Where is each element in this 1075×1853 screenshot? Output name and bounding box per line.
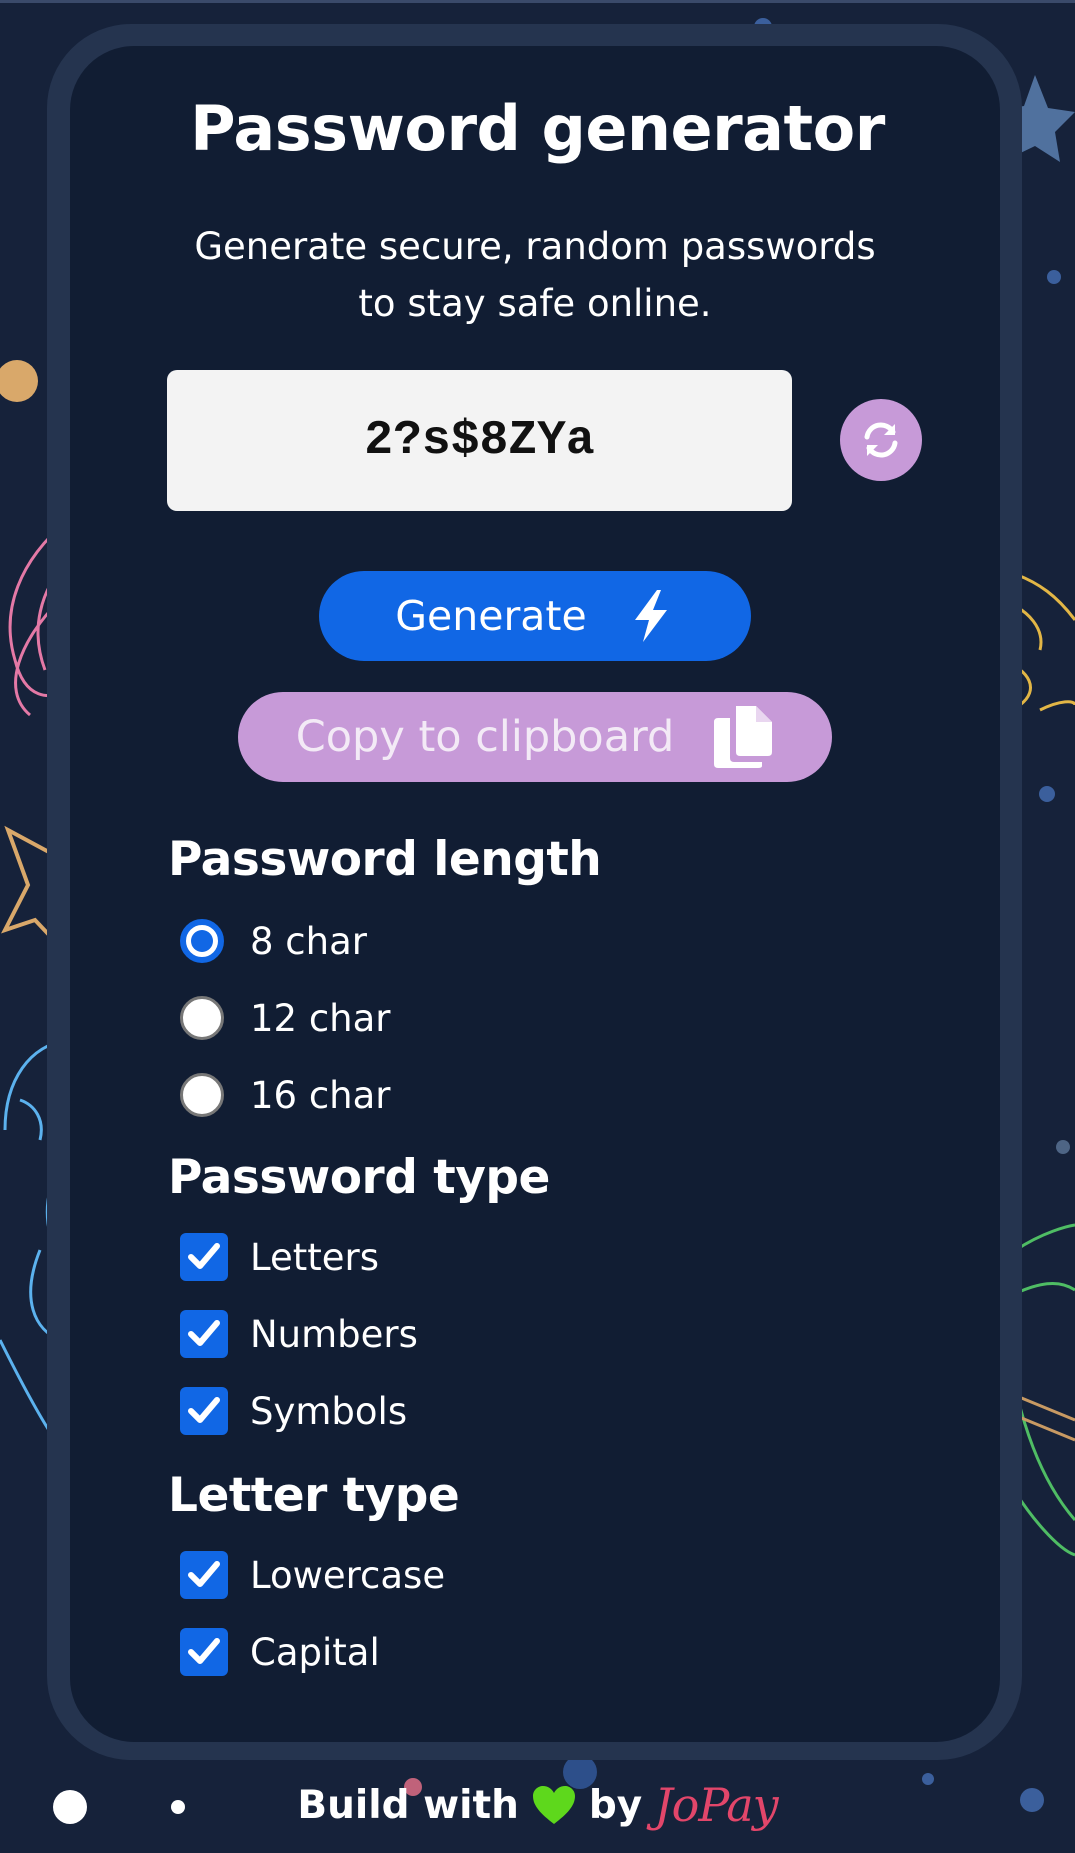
radio-option-16-char[interactable]: 16 char [180,1068,391,1122]
footer-build-with: Build with [297,1782,519,1828]
checkbox-symbols[interactable] [180,1387,228,1435]
subtitle-line-2: to stay safe online. [358,282,712,325]
checkbox-label: Capital [250,1630,380,1674]
checkbox-lowercase[interactable] [180,1551,228,1599]
checkbox-option-capital[interactable]: Capital [180,1625,380,1679]
footer: Build with by JoPay [0,1775,1075,1835]
checkbox-letters[interactable] [180,1233,228,1281]
checkbox-option-letters[interactable]: Letters [180,1230,379,1284]
page-subtitle: Generate secure, random passwords to sta… [150,218,920,332]
refresh-button[interactable] [840,399,922,481]
radio-16-char[interactable] [180,1073,224,1117]
password-length-heading: Password length [168,832,602,887]
bg-dot [1039,786,1055,802]
refresh-icon [864,422,898,458]
radio-label: 12 char [250,996,391,1040]
subtitle-line-1: Generate secure, random passwords [194,225,876,268]
checkmark-icon [188,1320,220,1346]
copy-button-label: Copy to clipboard [295,712,675,762]
radio-option-8-char[interactable]: 8 char [180,914,367,968]
checkbox-option-numbers[interactable]: Numbers [180,1307,418,1361]
heart-icon [532,1786,575,1824]
letter-type-heading: Letter type [168,1468,460,1523]
radio-option-12-char[interactable]: 12 char [180,991,391,1045]
checkbox-capital[interactable] [180,1628,228,1676]
generate-button-label: Generate [395,592,587,640]
brand-logo[interactable]: JoPay [654,1778,778,1832]
checkmark-icon [188,1638,220,1664]
checkbox-numbers[interactable] [180,1310,228,1358]
checkbox-option-symbols[interactable]: Symbols [180,1384,407,1438]
bg-dot [0,360,38,402]
footer-by: by [588,1782,643,1828]
password-type-heading: Password type [168,1150,550,1205]
radio-label: 16 char [250,1073,391,1117]
copy-icon [714,706,773,768]
checkbox-option-lowercase[interactable]: Lowercase [180,1548,445,1602]
bg-dot [1047,270,1061,284]
checkmark-icon [188,1397,220,1423]
radio-12-char[interactable] [180,996,224,1040]
bg-dot [1056,1140,1070,1154]
checkbox-label: Symbols [250,1389,408,1433]
top-border [0,0,1075,3]
checkbox-label: Numbers [250,1312,418,1356]
radio-label: 8 char [250,919,367,963]
password-display[interactable]: 2?s$8ZYa [167,370,792,511]
copy-to-clipboard-button[interactable]: Copy to clipboard [238,692,832,782]
page-title: Password generator [190,92,885,165]
password-value: 2?s$8ZYa [364,413,595,468]
checkbox-label: Letters [250,1235,379,1279]
generate-button[interactable]: Generate [319,571,751,661]
checkbox-label: Lowercase [250,1553,446,1597]
radio-8-char[interactable] [180,919,224,963]
bolt-icon [634,590,667,642]
checkmark-icon [188,1243,220,1269]
checkmark-icon [188,1561,220,1587]
